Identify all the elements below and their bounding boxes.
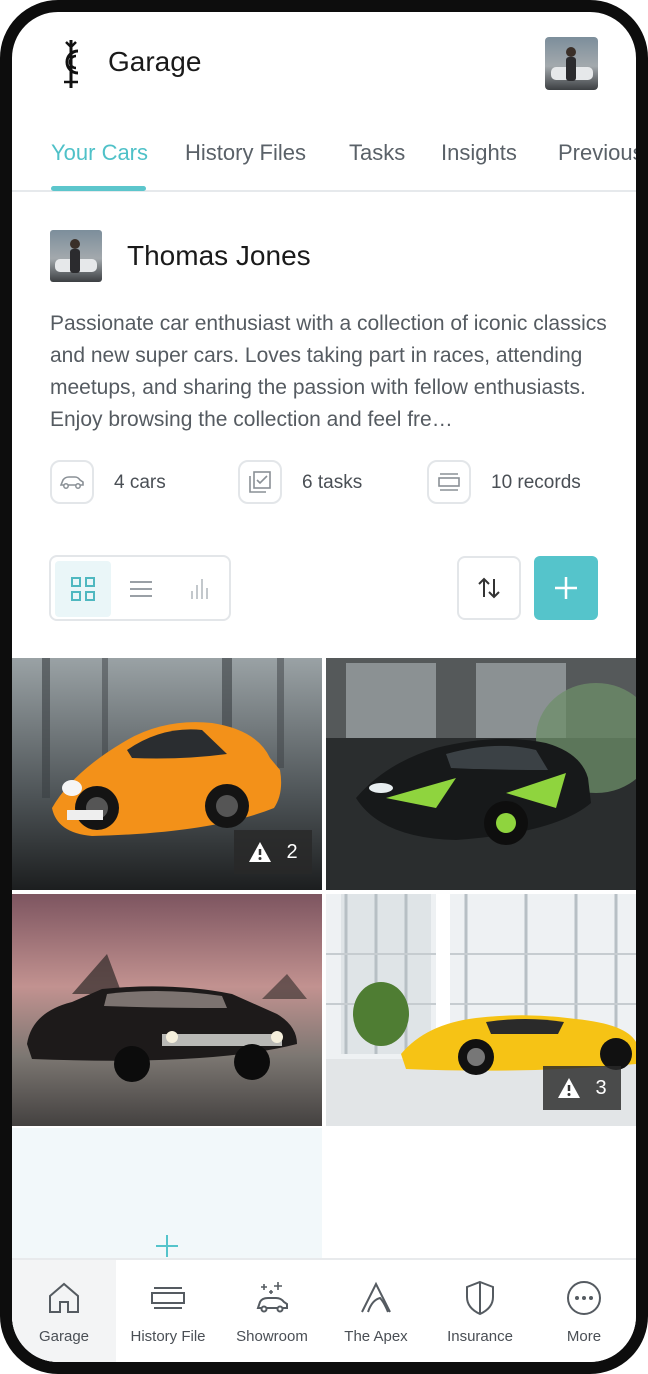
nav-label: The Apex bbox=[344, 1328, 408, 1345]
user-avatar[interactable] bbox=[545, 37, 598, 90]
car-card[interactable]: 3 bbox=[326, 894, 636, 1126]
garage-logo-icon bbox=[64, 40, 79, 88]
nav-label: Garage bbox=[38, 1328, 90, 1345]
nav-showroom[interactable]: Showroom bbox=[220, 1260, 324, 1362]
view-mode-toggle bbox=[49, 555, 231, 621]
car-photo-black-classic bbox=[12, 894, 322, 1126]
warning-badge: 3 bbox=[543, 1066, 621, 1110]
car-card[interactable] bbox=[12, 894, 322, 1126]
grid-view-button[interactable] bbox=[55, 561, 111, 617]
profile-name: Thomas Jones bbox=[127, 240, 311, 271]
tab-insights[interactable]: Insights bbox=[441, 140, 517, 166]
car-icon bbox=[50, 460, 94, 504]
car-card[interactable] bbox=[326, 658, 636, 890]
chart-view-button[interactable] bbox=[171, 561, 227, 617]
tab-history-files[interactable]: History Files bbox=[185, 140, 306, 166]
showroom-icon bbox=[256, 1282, 288, 1313]
profile-avatar bbox=[50, 230, 102, 282]
tasks-checkbox-icon bbox=[238, 460, 282, 504]
phone-frame: Garage Your Cars History Files Tasks Ins… bbox=[0, 0, 648, 1374]
bottom-navigation: Garage History File Showroom The Apex In… bbox=[12, 1258, 636, 1362]
car-photo-black-gtr bbox=[326, 658, 636, 890]
nav-label: History File bbox=[130, 1328, 206, 1345]
nav-label: Showroom bbox=[236, 1328, 308, 1345]
nav-more[interactable]: More bbox=[532, 1260, 636, 1362]
apex-icon bbox=[361, 1281, 391, 1313]
app-screen: Garage Your Cars History Files Tasks Ins… bbox=[12, 12, 636, 1362]
home-icon bbox=[49, 1282, 79, 1313]
active-tab-indicator bbox=[51, 186, 146, 191]
cars-count: 4 cars bbox=[114, 472, 166, 493]
nav-garage[interactable]: Garage bbox=[12, 1260, 116, 1362]
nav-label: More bbox=[566, 1328, 602, 1345]
plus-icon bbox=[156, 1235, 178, 1257]
warning-count: 2 bbox=[286, 840, 298, 863]
sort-icon bbox=[478, 577, 500, 599]
add-car-button[interactable] bbox=[534, 556, 598, 620]
sort-button[interactable] bbox=[457, 556, 521, 620]
records-count: 10 records bbox=[491, 472, 581, 493]
tasks-count: 6 tasks bbox=[302, 472, 363, 493]
profile-bio: Passionate car enthusiast with a collect… bbox=[50, 312, 607, 431]
warning-icon bbox=[249, 842, 272, 862]
warning-icon bbox=[558, 1078, 581, 1098]
nav-label: Insurance bbox=[447, 1328, 513, 1345]
warning-badge: 2 bbox=[234, 830, 312, 874]
tab-previous[interactable]: Previous bbox=[558, 140, 636, 166]
add-car-tile[interactable] bbox=[12, 1128, 322, 1268]
history-file-icon bbox=[151, 1287, 185, 1309]
tab-tasks[interactable]: Tasks bbox=[349, 140, 405, 166]
list-view-icon bbox=[130, 581, 152, 597]
chart-view-icon bbox=[191, 579, 208, 599]
nav-history-file[interactable]: History File bbox=[116, 1260, 220, 1362]
car-card[interactable]: 2 bbox=[12, 658, 322, 890]
more-icon bbox=[567, 1281, 601, 1315]
plus-icon bbox=[555, 577, 577, 599]
tab-your-cars[interactable]: Your Cars bbox=[51, 140, 148, 166]
records-icon bbox=[427, 460, 471, 504]
app-title: Garage bbox=[108, 46, 202, 77]
nav-insurance[interactable]: Insurance bbox=[428, 1260, 532, 1362]
shield-icon bbox=[466, 1280, 494, 1316]
tab-bar: Your Cars History Files Tasks Insights P… bbox=[12, 124, 636, 192]
warning-count: 3 bbox=[595, 1076, 607, 1099]
nav-the-apex[interactable]: The Apex bbox=[324, 1260, 428, 1362]
grid-view-icon bbox=[71, 577, 95, 601]
list-view-button[interactable] bbox=[113, 561, 169, 617]
app-header: Garage bbox=[12, 12, 636, 112]
